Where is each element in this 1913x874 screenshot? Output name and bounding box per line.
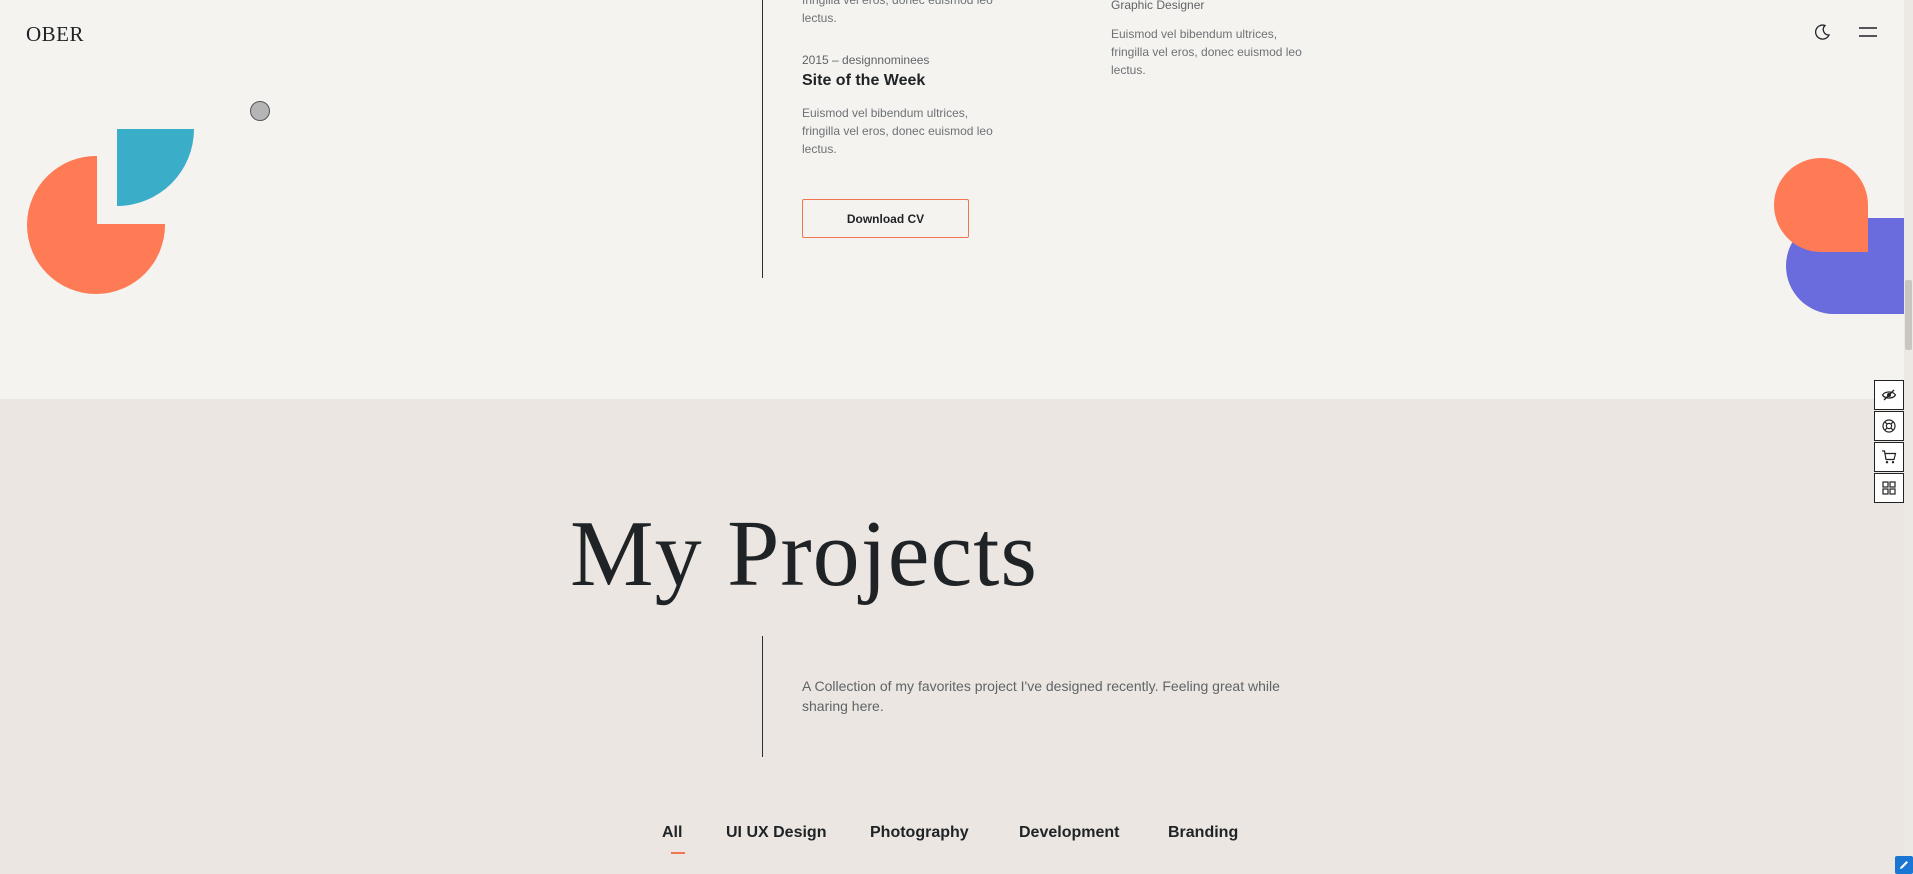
hamburger-menu-icon[interactable] xyxy=(1858,24,1878,40)
section-description: A Collection of my favorites project I'v… xyxy=(802,678,1280,714)
coral-pie-shape xyxy=(27,129,194,294)
experience-meta: 2015 – designnominees xyxy=(802,53,930,67)
cart-icon[interactable] xyxy=(1874,442,1904,472)
cursor-dot xyxy=(250,101,270,121)
experience-title: Site of the Week xyxy=(802,72,926,89)
side-toolbar xyxy=(1874,380,1904,504)
scrollbar-thumb[interactable] xyxy=(1905,280,1912,350)
section-title: My Projects xyxy=(570,502,1038,606)
moon-icon[interactable] xyxy=(1812,22,1832,42)
edit-pencil-icon[interactable] xyxy=(1895,856,1913,874)
projects-section xyxy=(0,399,1913,874)
projects-divider-line xyxy=(762,636,763,757)
site-logo[interactable]: OBER xyxy=(26,22,84,47)
eye-slash-icon[interactable] xyxy=(1874,380,1904,410)
lifebuoy-icon[interactable] xyxy=(1874,411,1904,441)
experience-desc-partial: fringilla vel eros, donec euismod leo le… xyxy=(802,0,993,25)
experience-role: Graphic Designer xyxy=(1111,0,1205,12)
experience-desc: Euismod vel bibendum ultrices, fringilla… xyxy=(802,106,993,156)
experience-role-desc: Euismod vel bibendum ultrices, fringilla… xyxy=(1111,27,1302,77)
filter-branding[interactable]: Branding xyxy=(1168,824,1238,842)
filter-ui-ux-design[interactable]: UI UX Design xyxy=(726,824,826,842)
grid-icon[interactable] xyxy=(1874,473,1904,503)
timeline-line xyxy=(762,0,763,278)
project-filters: All UI UX Design Photography Development… xyxy=(0,824,1913,854)
scrollbar-track[interactable] xyxy=(1904,0,1913,874)
filter-photography[interactable]: Photography xyxy=(870,824,969,842)
right-blob-shape xyxy=(1774,158,1904,314)
filter-all[interactable]: All xyxy=(662,824,682,842)
active-filter-indicator xyxy=(671,852,685,854)
filter-development[interactable]: Development xyxy=(1019,824,1119,842)
download-cv-button[interactable]: Download CV xyxy=(802,199,969,238)
